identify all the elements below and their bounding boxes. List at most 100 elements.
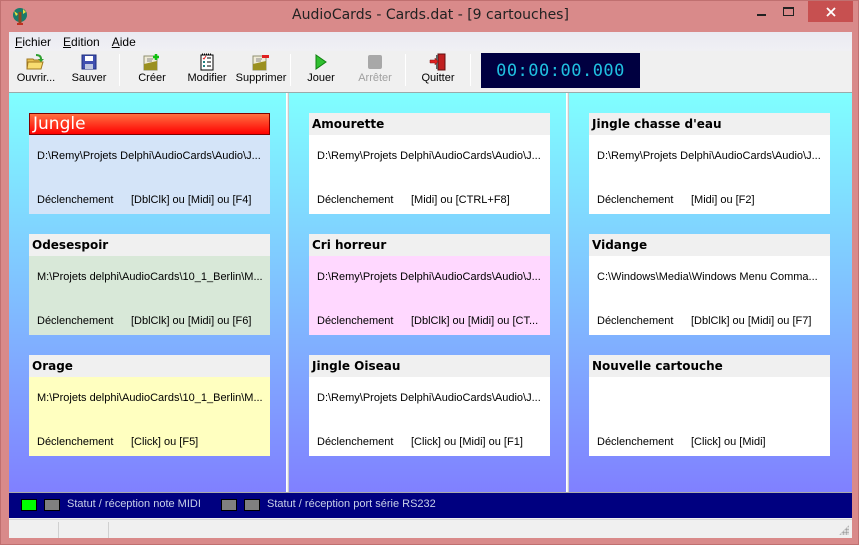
resize-grip[interactable] [839,525,849,535]
toolbar: Ouvrir... Sauver Créer Modifier Supprime… [9,51,852,89]
card-body: Déclenchement [Click] ou [Midi] [589,377,830,456]
quit-button[interactable]: Quitter [417,53,459,87]
column-separator [566,93,569,493]
audio-card[interactable]: Jingle Oiseau D:\Remy\Projets Delphi\Audi… [309,355,550,456]
menu-fichier-rest: ichier [22,34,52,49]
status-panel-2 [59,522,109,538]
audio-card[interactable]: Jungle D:\Remy\Projets Delphi\AudioCards\… [29,113,270,214]
card-title: Amourette [309,113,550,135]
close-icon [825,6,836,17]
card-file-path: D:\Remy\Projets Delphi\AudioCards\Audio\… [317,150,541,162]
status-panel-1 [9,522,59,538]
card-file-path: D:\Remy\Projets Delphi\AudioCards\Audio\… [597,150,821,162]
card-trigger-label: Déclenchement [317,315,394,327]
card-title: Jingle chasse d'eau [589,113,830,135]
main-window: AudioCards - Cards.dat - [9 cartouches] … [0,0,859,545]
cards-board: Jungle D:\Remy\Projets Delphi\AudioCards\… [9,92,852,493]
delete-button[interactable]: Supprimer [235,53,287,87]
card-trigger-label: Déclenchement [597,194,674,206]
play-button[interactable]: Jouer [301,53,341,87]
stop-label: Arrêter [358,72,392,84]
toolbar-separator [470,54,471,86]
card-trigger-label: Déclenchement [597,315,674,327]
toolbar-separator [119,54,120,86]
menu-aide-accel: A [111,34,120,49]
card-file-path: D:\Remy\Projets Delphi\AudioCards\Audio\… [317,392,541,404]
menu-aide-rest: ide [119,34,136,49]
audio-card[interactable]: Jingle chasse d'eau D:\Remy\Projets Delph… [589,113,830,214]
menu-edition-accel: E [63,34,72,49]
card-trigger-value: [Click] ou [Midi] ou [F1] [411,436,523,448]
stop-icon [365,53,385,71]
card-body: M:\Projets delphi\AudioCards\10_1_Berlin… [29,377,270,456]
audio-card[interactable]: Cri horreur D:\Remy\Projets Delphi\AudioC… [309,234,550,335]
card-trigger-label: Déclenchement [37,194,114,206]
create-button[interactable]: Créer [131,53,173,87]
open-folder-icon [26,53,46,71]
card-trigger-value: [Click] ou [Midi] [691,436,766,448]
card-trigger-label: Déclenchement [317,436,394,448]
save-label: Sauver [71,72,107,84]
maximize-button[interactable] [775,1,801,22]
window-title: AudioCards - Cards.dat - [9 cartouches] [292,7,569,23]
title-bar[interactable]: AudioCards - Cards.dat - [9 cartouches] [1,1,859,32]
card-title: Jungle [29,113,270,135]
exit-door-icon [428,53,448,71]
card-body: D:\Remy\Projets Delphi\AudioCards\Audio\… [29,135,270,214]
card-title: Nouvelle cartouche [589,355,830,377]
midi-status-label: Statut / réception note MIDI [67,498,201,510]
card-trigger-label: Déclenchement [317,194,394,206]
menu-edition[interactable]: Edition [63,35,100,49]
maximize-icon [782,6,794,16]
create-label: Créer [138,72,166,84]
elapsed-timer: 00:00:00.000 [481,53,640,88]
card-trigger-label: Déclenchement [37,436,114,448]
card-file-path: C:\Windows\Media\Windows Menu Comma... [597,271,818,283]
card-body: D:\Remy\Projets Delphi\AudioCards\Audio\… [309,135,550,214]
toolbar-separator [290,54,291,86]
card-body: D:\Remy\Projets Delphi\AudioCards\Audio\… [589,135,830,214]
floppy-disk-icon [79,53,99,71]
audio-card[interactable]: Orage M:\Projets delphi\AudioCards\10_1_B… [29,355,270,456]
card-file-path: M:\Projets delphi\AudioCards\10_1_Berlin… [37,271,263,283]
card-trigger-value: [Click] ou [F5] [131,436,199,448]
delete-card-icon [251,53,271,71]
card-trigger-value: [DblClk] ou [Midi] ou [F4] [131,194,252,206]
card-body: D:\Remy\Projets Delphi\AudioCards\Audio\… [309,377,550,456]
save-button[interactable]: Sauver [65,53,113,87]
card-trigger-value: [Midi] ou [F2] [691,194,755,206]
card-body: C:\Windows\Media\Windows Menu Comma... Dé… [589,256,830,335]
card-title: Cri horreur [309,234,550,256]
audio-card[interactable]: Amourette D:\Remy\Projets Delphi\AudioCar… [309,113,550,214]
close-button[interactable] [808,1,853,22]
open-button[interactable]: Ouvrir... [13,53,59,87]
audio-card[interactable]: Odesespoir M:\Projets delphi\AudioCards\1… [29,234,270,335]
card-file-path: D:\Remy\Projets Delphi\AudioCards\Audio\… [317,271,541,283]
card-file-path: D:\Remy\Projets Delphi\AudioCards\Audio\… [37,150,261,162]
modify-label: Modifier [187,72,227,84]
card-title: Vidange [589,234,830,256]
audio-card[interactable]: Nouvelle cartouche Déclenchement [Click] o… [589,355,830,456]
card-body: M:\Projets delphi\AudioCards\10_1_Berlin… [29,256,270,335]
audio-card[interactable]: Vidange C:\Windows\Media\Windows Menu Com… [589,234,830,335]
card-trigger-value: [DblClk] ou [Midi] ou [CT... [411,315,539,327]
quit-label: Quitter [421,72,455,84]
menu-aide[interactable]: Aide [112,35,136,49]
io-status-band: Statut / réception note MIDI Statut / ré… [9,492,852,518]
new-card-icon [142,53,162,71]
delete-label: Supprimer [235,72,287,84]
modify-button[interactable]: Modifier [183,53,231,87]
open-label: Ouvrir... [16,72,56,84]
minimize-button[interactable] [749,1,775,22]
card-title: Orage [29,355,270,377]
menu-fichier[interactable]: Fichier [15,35,51,49]
stop-button[interactable]: Arrêter [355,53,395,87]
card-trigger-label: Déclenchement [37,315,114,327]
serial-led-2 [244,499,260,511]
card-trigger-value: [DblClk] ou [Midi] ou [F7] [691,315,812,327]
minimize-icon [757,13,766,16]
menu-edition-rest: dition [71,34,100,49]
card-trigger-value: [DblClk] ou [Midi] ou [F6] [131,315,252,327]
toolbar-separator [405,54,406,86]
serial-status-label: Statut / réception port série RS232 [267,498,436,510]
